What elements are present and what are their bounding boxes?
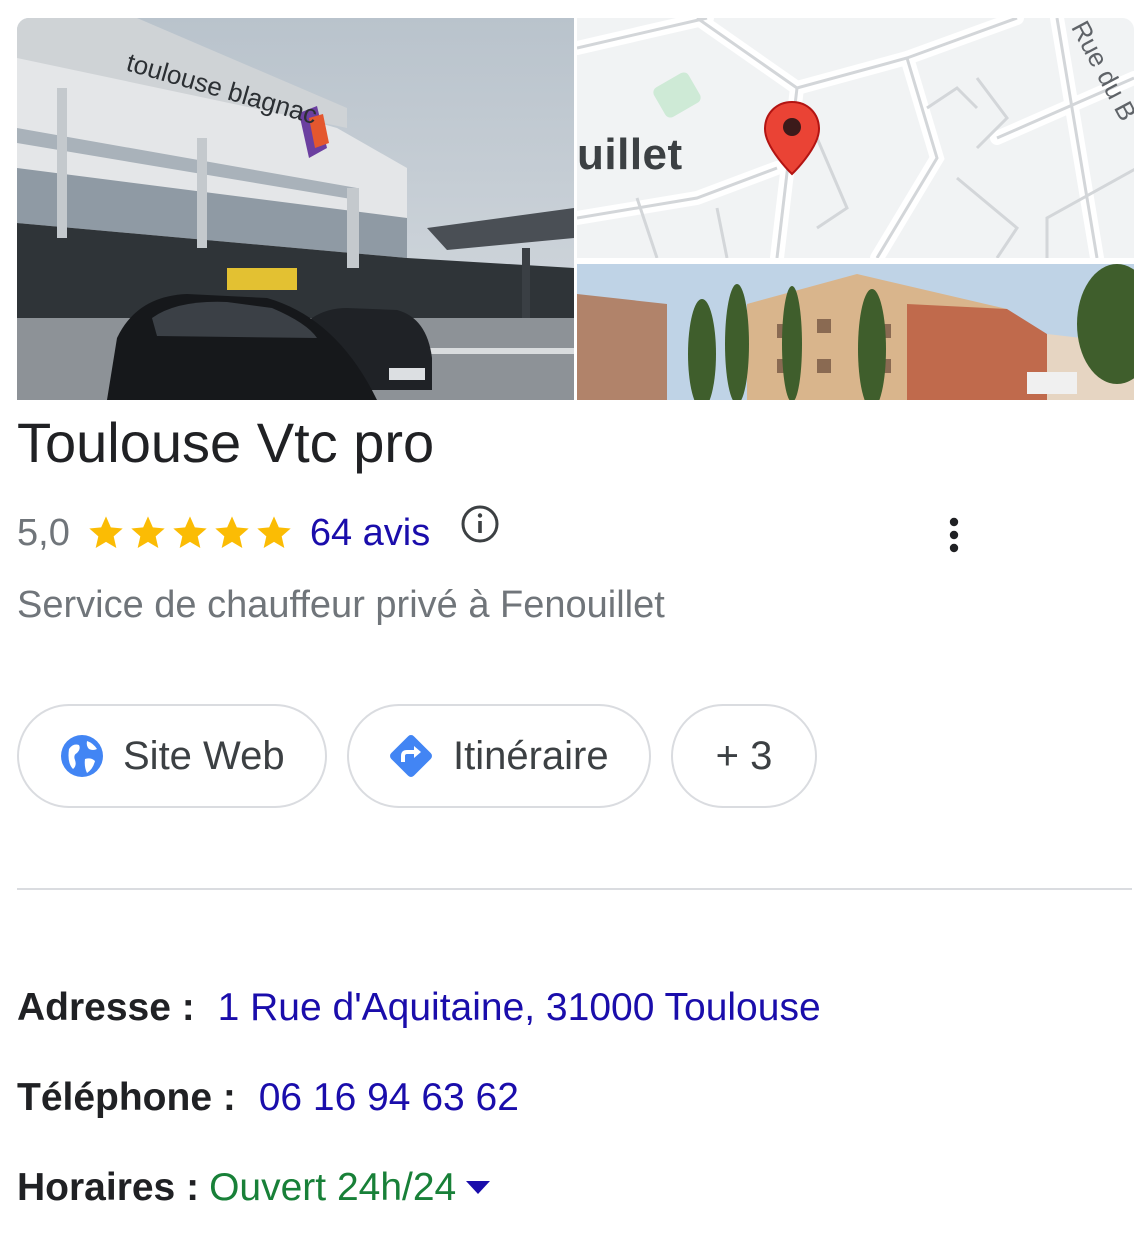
section-divider bbox=[17, 888, 1132, 890]
phone-link[interactable]: 06 16 94 63 62 bbox=[259, 1076, 519, 1119]
hours-status[interactable]: Ouvert 24h/24 bbox=[209, 1166, 456, 1210]
business-category: Service de chauffeur privé à Fenouillet bbox=[17, 584, 665, 626]
star-icon bbox=[215, 516, 249, 548]
hours-label: Horaires : bbox=[17, 1166, 200, 1209]
address-label: Adresse : bbox=[17, 986, 195, 1029]
rating-stars bbox=[86, 513, 296, 553]
address-link[interactable]: 1 Rue d'Aquitaine, 31000 Toulouse bbox=[218, 986, 821, 1029]
directions-button[interactable]: Itinéraire bbox=[347, 704, 651, 808]
star-icon bbox=[173, 516, 207, 548]
phone-row: Téléphone : 06 16 94 63 62 bbox=[17, 1076, 519, 1120]
more-options-button[interactable] bbox=[936, 512, 972, 558]
map-thumbnail[interactable]: uillet Rue du B bbox=[577, 18, 1134, 258]
more-vert-icon bbox=[949, 517, 959, 553]
hours-row[interactable]: Horaires : Ouvert 24h/24 bbox=[17, 1166, 491, 1210]
rating-value: 5,0 bbox=[17, 511, 70, 554]
star-icon bbox=[131, 516, 165, 548]
action-buttons: Site Web Itinéraire + 3 bbox=[17, 704, 837, 808]
caret-down-icon[interactable] bbox=[466, 1181, 491, 1195]
reviews-link[interactable]: 64 avis bbox=[310, 512, 430, 555]
more-actions-label: + 3 bbox=[715, 733, 773, 778]
info-icon[interactable] bbox=[460, 504, 500, 549]
more-actions-button[interactable]: + 3 bbox=[671, 704, 817, 808]
phone-label: Téléphone : bbox=[17, 1076, 236, 1119]
main-photo[interactable]: toulouse blagnac bbox=[17, 18, 574, 400]
directions-icon bbox=[390, 735, 432, 777]
star-icon bbox=[89, 516, 123, 548]
business-name: Toulouse Vtc pro bbox=[17, 411, 435, 474]
building-photo-illustration bbox=[577, 264, 1134, 400]
map-locality-label: uillet bbox=[577, 130, 683, 179]
map-pin-icon bbox=[763, 100, 821, 176]
star-icon bbox=[257, 516, 291, 548]
globe-icon bbox=[61, 735, 103, 777]
address-row: Adresse : 1 Rue d'Aquitaine, 31000 Toulo… bbox=[17, 986, 821, 1030]
website-button-label: Site Web bbox=[123, 733, 285, 778]
rating-row: 5,0 64 avis bbox=[17, 505, 500, 558]
website-button[interactable]: Site Web bbox=[17, 704, 327, 808]
terminal-photo-illustration: toulouse blagnac bbox=[17, 18, 574, 400]
secondary-photo[interactable] bbox=[577, 264, 1134, 400]
directions-button-label: Itinéraire bbox=[453, 733, 609, 778]
business-panel: toulouse blagnac uillet Rue du B Toulous… bbox=[0, 0, 1144, 1244]
